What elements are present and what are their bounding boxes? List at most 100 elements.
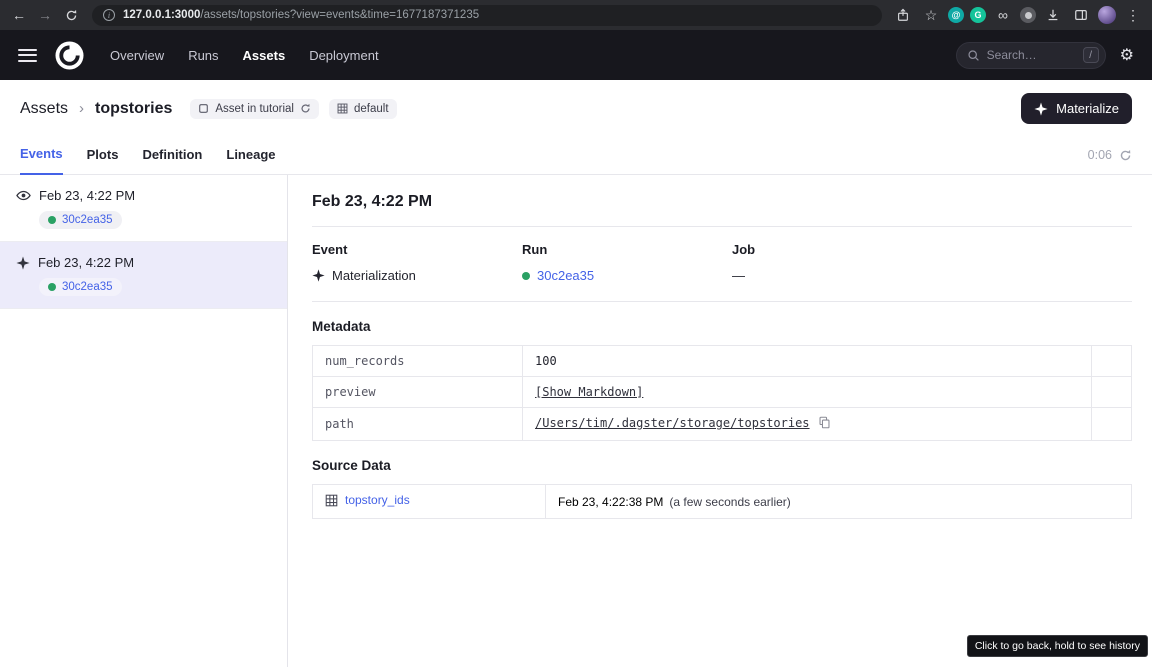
settings-gear-icon[interactable]: ⚙ <box>1120 45 1134 65</box>
tab-plots[interactable]: Plots <box>87 147 119 174</box>
event-timestamp: Feb 23, 4:22 PM <box>38 255 134 270</box>
source-asset-time-note: (a few seconds earlier) <box>669 495 790 509</box>
app-window: ← → i 127.0.0.1:3000/assets/topstories?v… <box>0 0 1152 667</box>
profile-avatar[interactable] <box>1098 6 1116 24</box>
url-path: /assets/topstories?view=events&time=1677… <box>200 9 479 21</box>
browser-back-tooltip: Click to go back, hold to see history <box>967 635 1148 657</box>
browser-actions: ☆ @ G ∞ ⋮ <box>892 4 1144 26</box>
run-id-link[interactable]: 30c2ea35 <box>62 214 113 226</box>
event-timestamp: Feb 23, 4:22 PM <box>39 188 135 203</box>
extension-grammarly-icon[interactable]: G <box>970 7 986 23</box>
run-id-link[interactable]: 30c2ea35 <box>537 268 594 283</box>
tab-definition[interactable]: Definition <box>142 147 202 174</box>
downloads-icon[interactable] <box>1042 4 1064 26</box>
browser-forward-button[interactable]: → <box>34 4 56 26</box>
reload-icon[interactable] <box>300 103 311 114</box>
run-status-dot <box>48 283 56 291</box>
browser-back-button[interactable]: ← <box>8 4 30 26</box>
breadcrumb-assets-link[interactable]: Assets <box>20 100 68 118</box>
metadata-empty-cell <box>1092 346 1132 377</box>
show-markdown-link[interactable]: [Show Markdown] <box>535 385 643 399</box>
browser-refresh-button[interactable] <box>60 4 82 26</box>
bookmark-star-icon[interactable]: ☆ <box>920 4 942 26</box>
event-list-sidebar: Feb 23, 4:22 PM 30c2ea35 Feb 23, 4:22 PM <box>0 175 288 667</box>
run-status-dot <box>522 272 530 280</box>
job-value: — <box>732 268 1132 283</box>
event-detail-title: Feb 23, 4:22 PM <box>312 193 1132 211</box>
path-link[interactable]: /Users/tim/.dagster/storage/topstories <box>535 416 810 430</box>
materialize-sparkle-icon <box>1034 102 1048 116</box>
metadata-empty-cell <box>1092 377 1132 408</box>
hamburger-menu-icon[interactable] <box>18 49 37 62</box>
share-icon[interactable] <box>892 4 914 26</box>
breadcrumb-separator: › <box>79 100 84 117</box>
observation-eye-icon <box>16 188 31 203</box>
materialize-button-label: Materialize <box>1056 101 1119 116</box>
materialization-sparkle-icon <box>312 269 325 282</box>
job-column-label: Job <box>732 242 1132 257</box>
url-text: 127.0.0.1:3000/assets/topstories?view=ev… <box>123 9 479 21</box>
url-host: 127.0.0.1:3000 <box>123 9 200 21</box>
source-asset-link[interactable]: topstory_ids <box>345 493 410 507</box>
divider <box>312 301 1132 302</box>
partition-default-tag-label: default <box>354 103 389 115</box>
nav-right: Search… / ⚙ <box>956 42 1134 69</box>
search-input[interactable]: Search… / <box>956 42 1106 69</box>
extension-icon[interactable] <box>1020 7 1036 23</box>
extension-infinity-icon[interactable]: ∞ <box>992 4 1014 26</box>
tab-lineage[interactable]: Lineage <box>226 147 275 174</box>
dagster-logo[interactable] <box>55 41 84 70</box>
url-bar[interactable]: i 127.0.0.1:3000/assets/topstories?view=… <box>92 5 882 26</box>
refresh-icon <box>65 9 78 22</box>
materialize-button[interactable]: Materialize <box>1021 93 1132 124</box>
metadata-row-num-records: num_records 100 <box>313 346 1132 377</box>
copy-path-icon[interactable] <box>818 418 831 432</box>
breadcrumb-current-asset: topstories <box>95 100 172 118</box>
event-detail-panel: Feb 23, 4:22 PM Event Materialization Ru… <box>288 175 1152 667</box>
metadata-key: path <box>313 408 523 441</box>
auto-refresh-timer: 0:06 <box>1088 148 1132 174</box>
asset-grid-icon <box>325 496 338 510</box>
metadata-value: 100 <box>535 354 557 368</box>
nav-item-deployment[interactable]: Deployment <box>309 48 378 63</box>
metadata-row-preview: preview [Show Markdown] <box>313 377 1132 408</box>
metadata-empty-cell <box>1092 408 1132 441</box>
search-icon <box>967 49 980 62</box>
page-info-icon[interactable]: i <box>103 9 115 21</box>
browser-menu-icon[interactable]: ⋮ <box>1122 4 1144 26</box>
metadata-table: num_records 100 preview [Show Markdown] … <box>312 345 1132 441</box>
asset-group-tag[interactable]: Asset in tutorial <box>190 99 319 119</box>
asset-tabs: Events Plots Definition Lineage 0:06 <box>0 135 1152 175</box>
run-tag[interactable]: 30c2ea35 <box>39 211 122 229</box>
dagster-navbar: Overview Runs Assets Deployment Search… … <box>0 30 1152 80</box>
event-list-item-observation[interactable]: Feb 23, 4:22 PM 30c2ea35 <box>0 175 287 242</box>
source-data-heading: Source Data <box>312 458 1132 473</box>
split-view-icon[interactable] <box>1070 4 1092 26</box>
event-summary-row: Event Materialization Run 30c2ea35 Job — <box>312 227 1132 301</box>
event-type-value: Materialization <box>332 268 416 283</box>
run-tag[interactable]: 30c2ea35 <box>39 278 122 296</box>
partition-default-tag[interactable]: default <box>329 99 397 119</box>
nav-item-runs[interactable]: Runs <box>188 48 218 63</box>
event-list-item-materialization[interactable]: Feb 23, 4:22 PM 30c2ea35 <box>0 242 287 309</box>
timer-countdown: 0:06 <box>1088 148 1112 162</box>
timer-refresh-icon[interactable] <box>1119 149 1132 162</box>
nav-item-overview[interactable]: Overview <box>110 48 164 63</box>
page-header: Assets › topstories Asset in tutorial de… <box>0 80 1152 135</box>
metadata-heading: Metadata <box>312 319 1132 334</box>
tab-events[interactable]: Events <box>20 146 63 175</box>
source-asset-timestamp: Feb 23, 4:22:38 PM <box>558 495 663 509</box>
run-status-dot <box>48 216 56 224</box>
content-area: Feb 23, 4:22 PM 30c2ea35 Feb 23, 4:22 PM <box>0 175 1152 667</box>
search-placeholder: Search… <box>987 48 1076 62</box>
materialization-sparkle-icon <box>16 256 30 270</box>
metadata-row-path: path /Users/tim/.dagster/storage/topstor… <box>313 408 1132 441</box>
source-data-table: topstory_ids Feb 23, 4:22:38 PM (a few se… <box>312 484 1132 519</box>
event-column-label: Event <box>312 242 522 257</box>
metadata-key: preview <box>313 377 523 408</box>
nav-item-assets[interactable]: Assets <box>243 48 286 63</box>
extension-at-icon[interactable]: @ <box>948 7 964 23</box>
run-id-link[interactable]: 30c2ea35 <box>62 281 113 293</box>
asset-icon <box>198 103 209 114</box>
grid-icon <box>337 103 348 114</box>
